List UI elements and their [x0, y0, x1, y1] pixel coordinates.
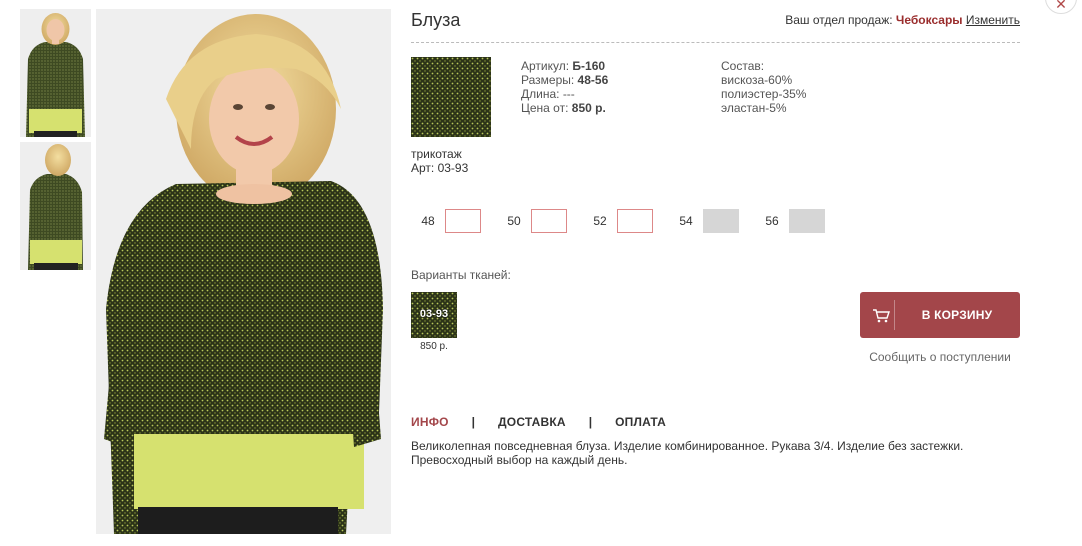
tab-delivery[interactable]: ДОСТАВКА [498, 415, 566, 429]
fabric-variant[interactable]: 03-93 [411, 292, 457, 338]
size-label: 56 [765, 214, 779, 228]
close-icon: ✕ [1055, 0, 1067, 12]
composition-item: полиэстер-35% [721, 87, 807, 101]
tab-info[interactable]: ИНФО [411, 415, 449, 429]
size-quantity-input-disabled [703, 209, 739, 233]
close-button[interactable]: ✕ [1045, 0, 1077, 14]
add-to-cart-button[interactable]: В КОРЗИНУ [860, 292, 1020, 338]
sales-dept: Ваш отдел продаж: Чебоксары Изменить [785, 13, 1020, 27]
spec-article: Артикул: Б-160 [521, 59, 606, 73]
add-to-cart-label: В КОРЗИНУ [921, 308, 993, 322]
tab-payment[interactable]: ОПЛАТА [615, 415, 666, 429]
product-title: Блуза [411, 10, 461, 30]
size-quantity-input[interactable] [445, 209, 481, 233]
spec-sizes: Размеры: 48-56 [521, 73, 609, 87]
sales-dept-city: Чебоксары [895, 13, 963, 27]
spec-length: Длина: --- [521, 87, 575, 101]
main-product-photo [96, 9, 391, 534]
size-selector: 48 50 52 54 56 [411, 209, 841, 233]
tab-separator: | [471, 415, 476, 429]
size-quantity-input-disabled [789, 209, 825, 233]
change-dept-link[interactable]: Изменить [966, 13, 1020, 27]
thumbnail-front[interactable] [20, 9, 91, 137]
thumbnail-back[interactable] [20, 142, 91, 270]
variant-code: 03-93 [419, 308, 449, 320]
spec-price: Цена от: 850 р. [521, 101, 606, 115]
tab-separator: | [588, 415, 593, 429]
notify-link[interactable]: Сообщить о поступлении [860, 350, 1020, 364]
variant-price: 850 р. [420, 341, 448, 352]
size-option-54: 54 [669, 209, 739, 233]
variants-label: Варианты тканей: [411, 268, 511, 282]
size-quantity-input[interactable] [617, 209, 653, 233]
size-label: 52 [593, 214, 607, 228]
composition-item: эластан-5% [721, 101, 787, 115]
product-description: Великолепная повседневная блуза. Изделие… [411, 439, 964, 467]
fabric-name: трикотаж [411, 147, 462, 161]
size-quantity-input[interactable] [531, 209, 567, 233]
composition: Состав: вискоза-60% полиэстер-35% эласта… [721, 59, 806, 115]
product-specs: Артикул: Б-160 Размеры: 48-56 Длина: ---… [521, 59, 608, 115]
composition-item: вискоза-60% [721, 73, 793, 87]
size-option-50: 50 [497, 209, 567, 233]
size-label: 54 [679, 214, 693, 228]
size-label: 50 [507, 214, 521, 228]
divider [411, 42, 1020, 43]
size-option-48: 48 [411, 209, 481, 233]
info-tabs: ИНФО | ДОСТАВКА | ОПЛАТА [411, 415, 666, 429]
fabric-article: Арт: 03-93 [411, 161, 469, 175]
size-label: 48 [421, 214, 435, 228]
fabric-swatch [411, 57, 491, 137]
sales-dept-label: Ваш отдел продаж: [785, 13, 896, 27]
size-option-52: 52 [583, 209, 653, 233]
composition-label: Состав: [721, 59, 765, 73]
size-option-56: 56 [755, 209, 825, 233]
cart-icon [873, 309, 890, 323]
